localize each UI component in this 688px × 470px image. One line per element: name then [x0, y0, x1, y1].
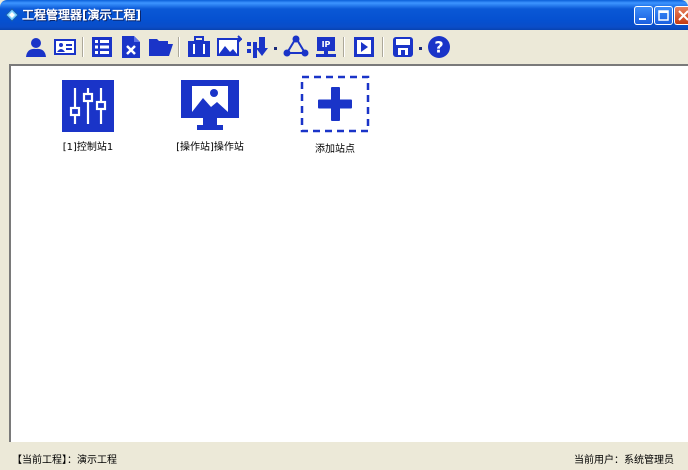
monitor-icon	[181, 80, 239, 130]
toolbar-run-button[interactable]	[352, 35, 376, 59]
toolbar-idcard-button[interactable]	[53, 35, 77, 59]
app-diamond-icon	[5, 8, 19, 22]
toolbar-open-button[interactable]	[148, 35, 173, 59]
toolbar-dropdown-arrow[interactable]	[419, 47, 422, 50]
add-station-button[interactable]: 添加站点	[270, 75, 400, 155]
ip-settings-icon: IP	[316, 37, 336, 57]
minimize-icon	[639, 18, 646, 20]
project-manager-window: 工程管理器[演示工程] IP ? [1]控制站1 [操作站]操作站 添加站点 【…	[0, 0, 688, 470]
briefcase-icon	[188, 36, 210, 57]
help-icon: ?	[428, 36, 450, 58]
toolbar-save-button[interactable]	[391, 35, 415, 59]
station-label: 添加站点	[315, 144, 355, 155]
maximize-button[interactable]	[654, 6, 673, 25]
toolbar-network-button[interactable]	[283, 35, 309, 59]
network-icon	[283, 35, 309, 57]
image-transfer-icon	[217, 35, 244, 56]
toolbar-separator	[82, 37, 84, 57]
toolbar-project-button[interactable]	[187, 35, 211, 59]
open-folder-icon	[149, 39, 173, 56]
id-card-icon	[54, 39, 76, 55]
station-item-operator[interactable]: [操作站]操作站	[145, 80, 275, 153]
toolbar: IP ?	[6, 30, 688, 64]
toolbar-ip-button[interactable]: IP	[314, 35, 338, 59]
toolbar-list-button[interactable]	[90, 35, 114, 59]
toolbar-download-button[interactable]	[246, 35, 270, 59]
window-title: 工程管理器[演示工程]	[22, 8, 141, 22]
toolbar-user-button[interactable]	[24, 35, 48, 59]
station-item-control[interactable]: [1]控制站1	[23, 80, 153, 153]
status-bar: 【当前工程】：演示工程 当前用户：系统管理员	[0, 442, 688, 470]
toolbar-help-button[interactable]: ?	[427, 35, 451, 59]
title-bar[interactable]: 工程管理器[演示工程]	[0, 0, 688, 30]
minimize-button[interactable]	[634, 6, 653, 25]
mixer-sliders-icon	[62, 80, 114, 132]
svg-text:IP: IP	[322, 40, 331, 49]
play-icon	[354, 37, 374, 57]
add-plus-icon	[300, 75, 370, 133]
close-button[interactable]	[674, 6, 688, 25]
station-list-area[interactable]: [1]控制站1 [操作站]操作站 添加站点	[9, 64, 688, 442]
list-icon	[92, 37, 112, 57]
station-label: [1]控制站1	[62, 142, 114, 153]
toolbar-separator	[343, 37, 345, 57]
download-list-icon	[247, 37, 268, 58]
toolbar-delete-button[interactable]	[119, 35, 143, 59]
delete-file-icon	[122, 36, 140, 58]
current-project-status: 【当前工程】：演示工程	[12, 455, 117, 466]
station-label: [操作站]操作站	[176, 142, 244, 153]
toolbar-separator	[178, 37, 180, 57]
svg-text:?: ?	[434, 38, 443, 57]
toolbar-dropdown-arrow[interactable]	[274, 47, 277, 50]
maximize-icon	[658, 10, 669, 21]
save-icon	[393, 37, 413, 57]
toolbar-transfer-button[interactable]	[216, 35, 244, 59]
user-icon	[26, 38, 46, 57]
toolbar-separator	[382, 37, 384, 57]
current-user-status: 当前用户：系统管理员	[574, 455, 674, 466]
close-icon	[678, 10, 688, 21]
